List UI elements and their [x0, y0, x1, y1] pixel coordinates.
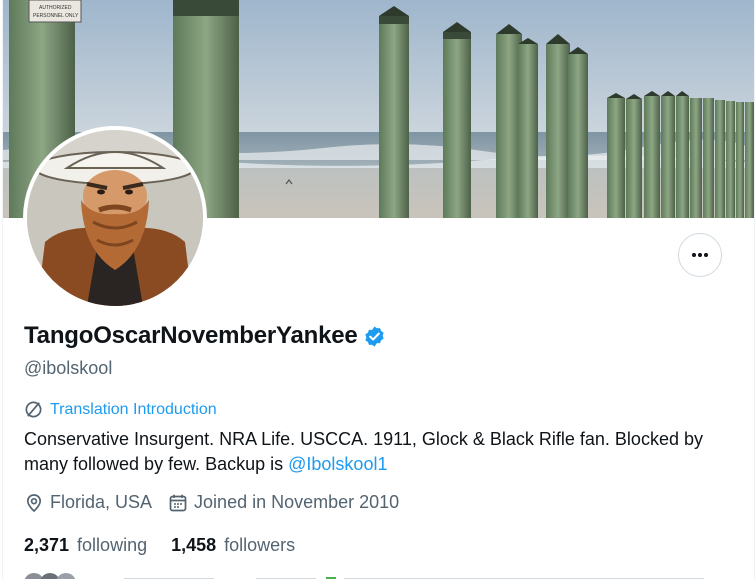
following-label: following — [77, 535, 148, 555]
banner-sign-line1: AUTHORIZED — [39, 5, 72, 11]
profile-stats: 2,371 following 1,458 followers — [24, 535, 319, 556]
translate-bio-button[interactable]: Translation Introduction — [24, 400, 217, 419]
bio-mention-link[interactable]: @Ibolskool1 — [288, 454, 387, 474]
followers-label: followers — [224, 535, 296, 555]
banner-sign-line2: PERSONNEL ONLY — [33, 13, 79, 19]
profile-meta: Florida, USA Joined in November 2010 — [24, 492, 415, 513]
followers-link[interactable]: 1,458 followers — [171, 535, 295, 556]
following-link[interactable]: 2,371 following — [24, 535, 147, 556]
translate-icon — [25, 401, 42, 418]
calendar-icon — [169, 494, 187, 511]
profile-avatar[interactable] — [23, 126, 207, 310]
verified-badge-icon[interactable] — [363, 325, 386, 348]
followers-count: 1,458 — [171, 535, 217, 555]
profile-page: AUTHORIZED PERSONNEL ONLY TangoOscarNove… — [2, 0, 755, 579]
translate-label: Translation Introduction — [50, 400, 217, 418]
location-pin-icon — [26, 493, 42, 512]
location-item: Florida, USA — [24, 492, 152, 513]
joined-item: Joined in November 2010 — [168, 492, 399, 513]
followers-you-know-preview[interactable] — [24, 573, 744, 579]
location-text: Florida, USA — [50, 492, 153, 512]
following-count: 2,371 — [24, 535, 70, 555]
profile-bio: Conservative Insurgent. NRA Life. USCCA.… — [24, 427, 739, 477]
avatar-image — [27, 130, 203, 306]
profile-handle: @ibolskool — [24, 358, 113, 378]
more-options-button[interactable] — [678, 233, 722, 277]
joined-text: Joined in November 2010 — [194, 492, 400, 512]
more-horizontal-icon — [692, 253, 708, 257]
display-name: TangoOscarNovemberYankee — [24, 322, 358, 349]
profile-name-row: TangoOscarNovemberYankee — [24, 322, 386, 350]
